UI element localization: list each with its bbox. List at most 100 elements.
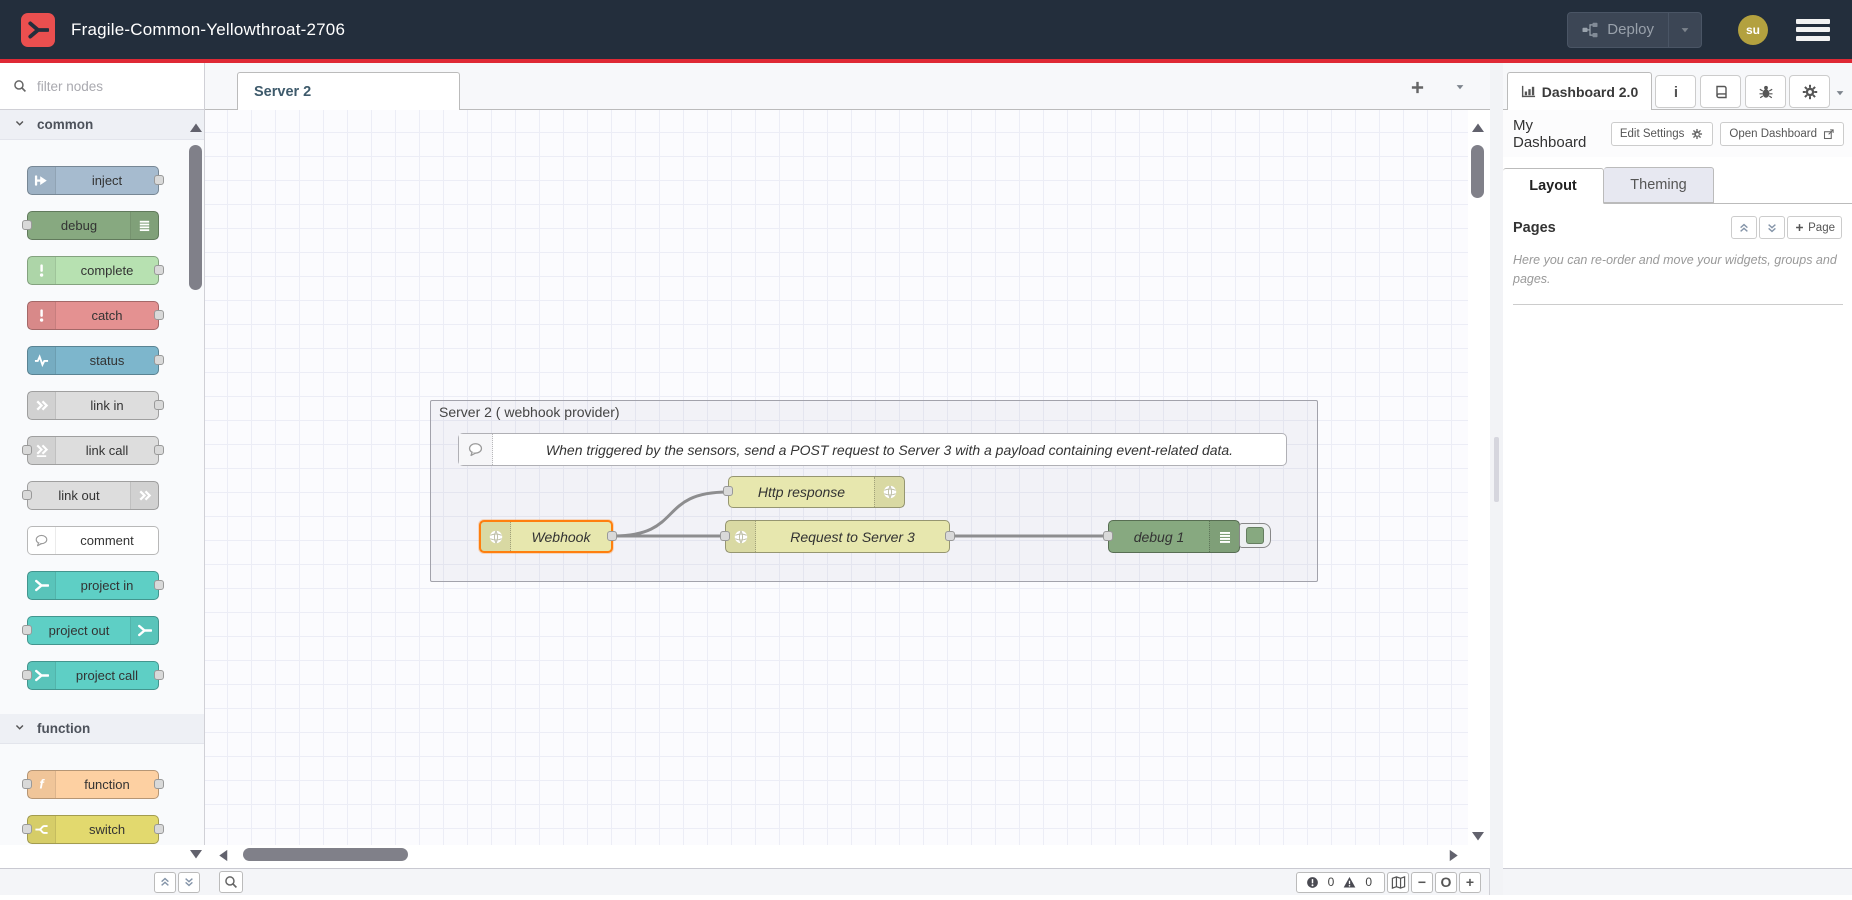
sidebar-divider	[1513, 304, 1843, 305]
sidebar-tab-help[interactable]	[1700, 75, 1741, 108]
sidebar-tab-debug[interactable]	[1745, 75, 1786, 108]
node-port	[154, 779, 164, 789]
open-dashboard-button[interactable]: Open Dashboard	[1720, 122, 1844, 146]
flow-node-webhook[interactable]: Webhook	[479, 520, 613, 553]
chevron-down-icon	[1679, 24, 1691, 36]
palette-node-project-call[interactable]: project call	[27, 661, 159, 690]
palette-search	[0, 63, 205, 110]
palette-node-link-call[interactable]: link call	[27, 436, 159, 465]
tab-layout[interactable]: Layout	[1503, 168, 1604, 204]
palette-node-function[interactable]: ffunction	[27, 770, 159, 799]
palette-search-input[interactable]	[35, 78, 185, 95]
edit-settings-button[interactable]: Edit Settings	[1611, 122, 1714, 146]
sidebar-footer	[1503, 868, 1852, 895]
bug-icon	[1758, 84, 1774, 100]
zoom-in-button[interactable]: +	[1459, 872, 1481, 893]
sidebar-tab-info[interactable]: i	[1655, 75, 1696, 108]
palette-category-common[interactable]: common	[0, 110, 204, 140]
pulse-icon	[28, 347, 56, 374]
flow-node-label: debug 1	[1109, 521, 1209, 552]
palette-node-project-in[interactable]: project in	[27, 571, 159, 600]
node-port	[22, 779, 32, 789]
palette-node-comment[interactable]: comment	[27, 526, 159, 555]
debug-enable-toggle[interactable]	[1239, 523, 1271, 548]
deploy-options-caret[interactable]	[1668, 13, 1701, 47]
canvas-scroll-up[interactable]	[1470, 120, 1486, 141]
output-port[interactable]	[607, 531, 617, 541]
warning-icon	[1343, 876, 1356, 889]
palette-node-link-out[interactable]: link out	[27, 481, 159, 510]
deploy-button[interactable]: Deploy	[1568, 13, 1668, 47]
flowfuse-logo-icon[interactable]	[21, 13, 55, 47]
list-icon	[1209, 521, 1239, 552]
palette-node-switch[interactable]: switch	[27, 815, 159, 844]
palette-scroll-down[interactable]	[188, 846, 204, 867]
palette-node-label: project call	[56, 662, 158, 689]
comment-icon	[459, 434, 493, 465]
flow-node-debug1[interactable]: debug 1	[1108, 520, 1240, 553]
input-port[interactable]	[1103, 531, 1113, 541]
toggle-navigator-button[interactable]	[1387, 872, 1409, 893]
palette-node-debug[interactable]: debug	[27, 211, 159, 240]
node-port	[154, 824, 164, 834]
canvas-hscrollbar-thumb[interactable]	[243, 848, 408, 861]
flow-node-request[interactable]: Request to Server 3	[725, 520, 950, 553]
sidebar-tab-dashboard[interactable]: Dashboard 2.0	[1507, 72, 1652, 110]
node-port	[154, 445, 164, 455]
canvas-scrollbar-thumb[interactable]	[1471, 145, 1484, 198]
debug-toggle-state	[1246, 527, 1264, 544]
palette-node-label: link call	[56, 437, 158, 464]
palette-node-complete[interactable]: complete	[27, 256, 159, 285]
flow-canvas[interactable]: Server 2 ( webhook provider) When trigge…	[205, 110, 1468, 845]
palette-node-label: status	[56, 347, 158, 374]
node-port	[154, 265, 164, 275]
sidebar-tab-config[interactable]	[1789, 75, 1830, 108]
search-icon	[13, 79, 27, 93]
node-port	[22, 445, 32, 455]
input-port[interactable]	[720, 531, 730, 541]
inject-icon	[28, 167, 56, 194]
zoom-out-button[interactable]: −	[1411, 872, 1433, 893]
palette-node-status[interactable]: status	[27, 346, 159, 375]
collapse-all-button[interactable]	[1731, 216, 1757, 239]
canvas-scroll-down[interactable]	[1470, 828, 1486, 849]
palette-category-function[interactable]: function	[0, 714, 204, 744]
tab-theming[interactable]: Theming	[1604, 167, 1714, 203]
palette-footer	[0, 868, 205, 895]
user-avatar[interactable]: su	[1738, 15, 1768, 45]
add-flow-button[interactable]	[1406, 76, 1428, 98]
palette-scroll-up[interactable]	[188, 120, 204, 141]
flow-node-httpres[interactable]: Http response	[728, 476, 905, 508]
flow-tab-server2[interactable]: Server 2	[237, 72, 460, 110]
sidebar-splitter[interactable]	[1490, 63, 1503, 895]
splitter-grip[interactable]	[1494, 437, 1499, 502]
palette-node-label: link in	[56, 392, 158, 419]
search-flows-button[interactable]	[219, 871, 243, 893]
sidebar-tab-list-caret[interactable]	[1834, 86, 1846, 104]
input-port[interactable]	[723, 486, 733, 496]
palette-node-project-out[interactable]: project out	[27, 616, 159, 645]
canvas-scroll-left[interactable]	[216, 848, 231, 868]
canvas-scroll-right[interactable]	[1446, 848, 1461, 868]
map-icon	[1391, 875, 1406, 890]
expand-all-button[interactable]	[1759, 216, 1785, 239]
palette-collapse-all-button[interactable]	[154, 872, 176, 893]
flow-node-label: Webhook	[511, 522, 611, 551]
comment-node[interactable]: When triggered by the sensors, send a PO…	[458, 433, 1287, 466]
flow-list-caret[interactable]	[1454, 80, 1466, 98]
palette-node-catch[interactable]: catch	[27, 301, 159, 330]
palette-scrollbar-thumb[interactable]	[189, 145, 202, 290]
zoom-reset-button[interactable]: O	[1435, 872, 1457, 893]
dashboard-title: My Dashboard	[1513, 117, 1604, 151]
palette-node-link-in[interactable]: link in	[27, 391, 159, 420]
list-icon	[130, 212, 158, 239]
notification-counts[interactable]: 0 0	[1296, 872, 1385, 893]
open-dashboard-label: Open Dashboard	[1729, 128, 1817, 140]
main-menu-button[interactable]	[1796, 19, 1830, 41]
palette-node-inject[interactable]: inject	[27, 166, 159, 195]
palette-expand-all-button[interactable]	[178, 872, 200, 893]
output-port[interactable]	[945, 531, 955, 541]
sidebar-tab-label: Dashboard 2.0	[1542, 84, 1638, 100]
add-page-button[interactable]: Page	[1787, 216, 1842, 239]
palette-node-label: complete	[56, 257, 158, 284]
